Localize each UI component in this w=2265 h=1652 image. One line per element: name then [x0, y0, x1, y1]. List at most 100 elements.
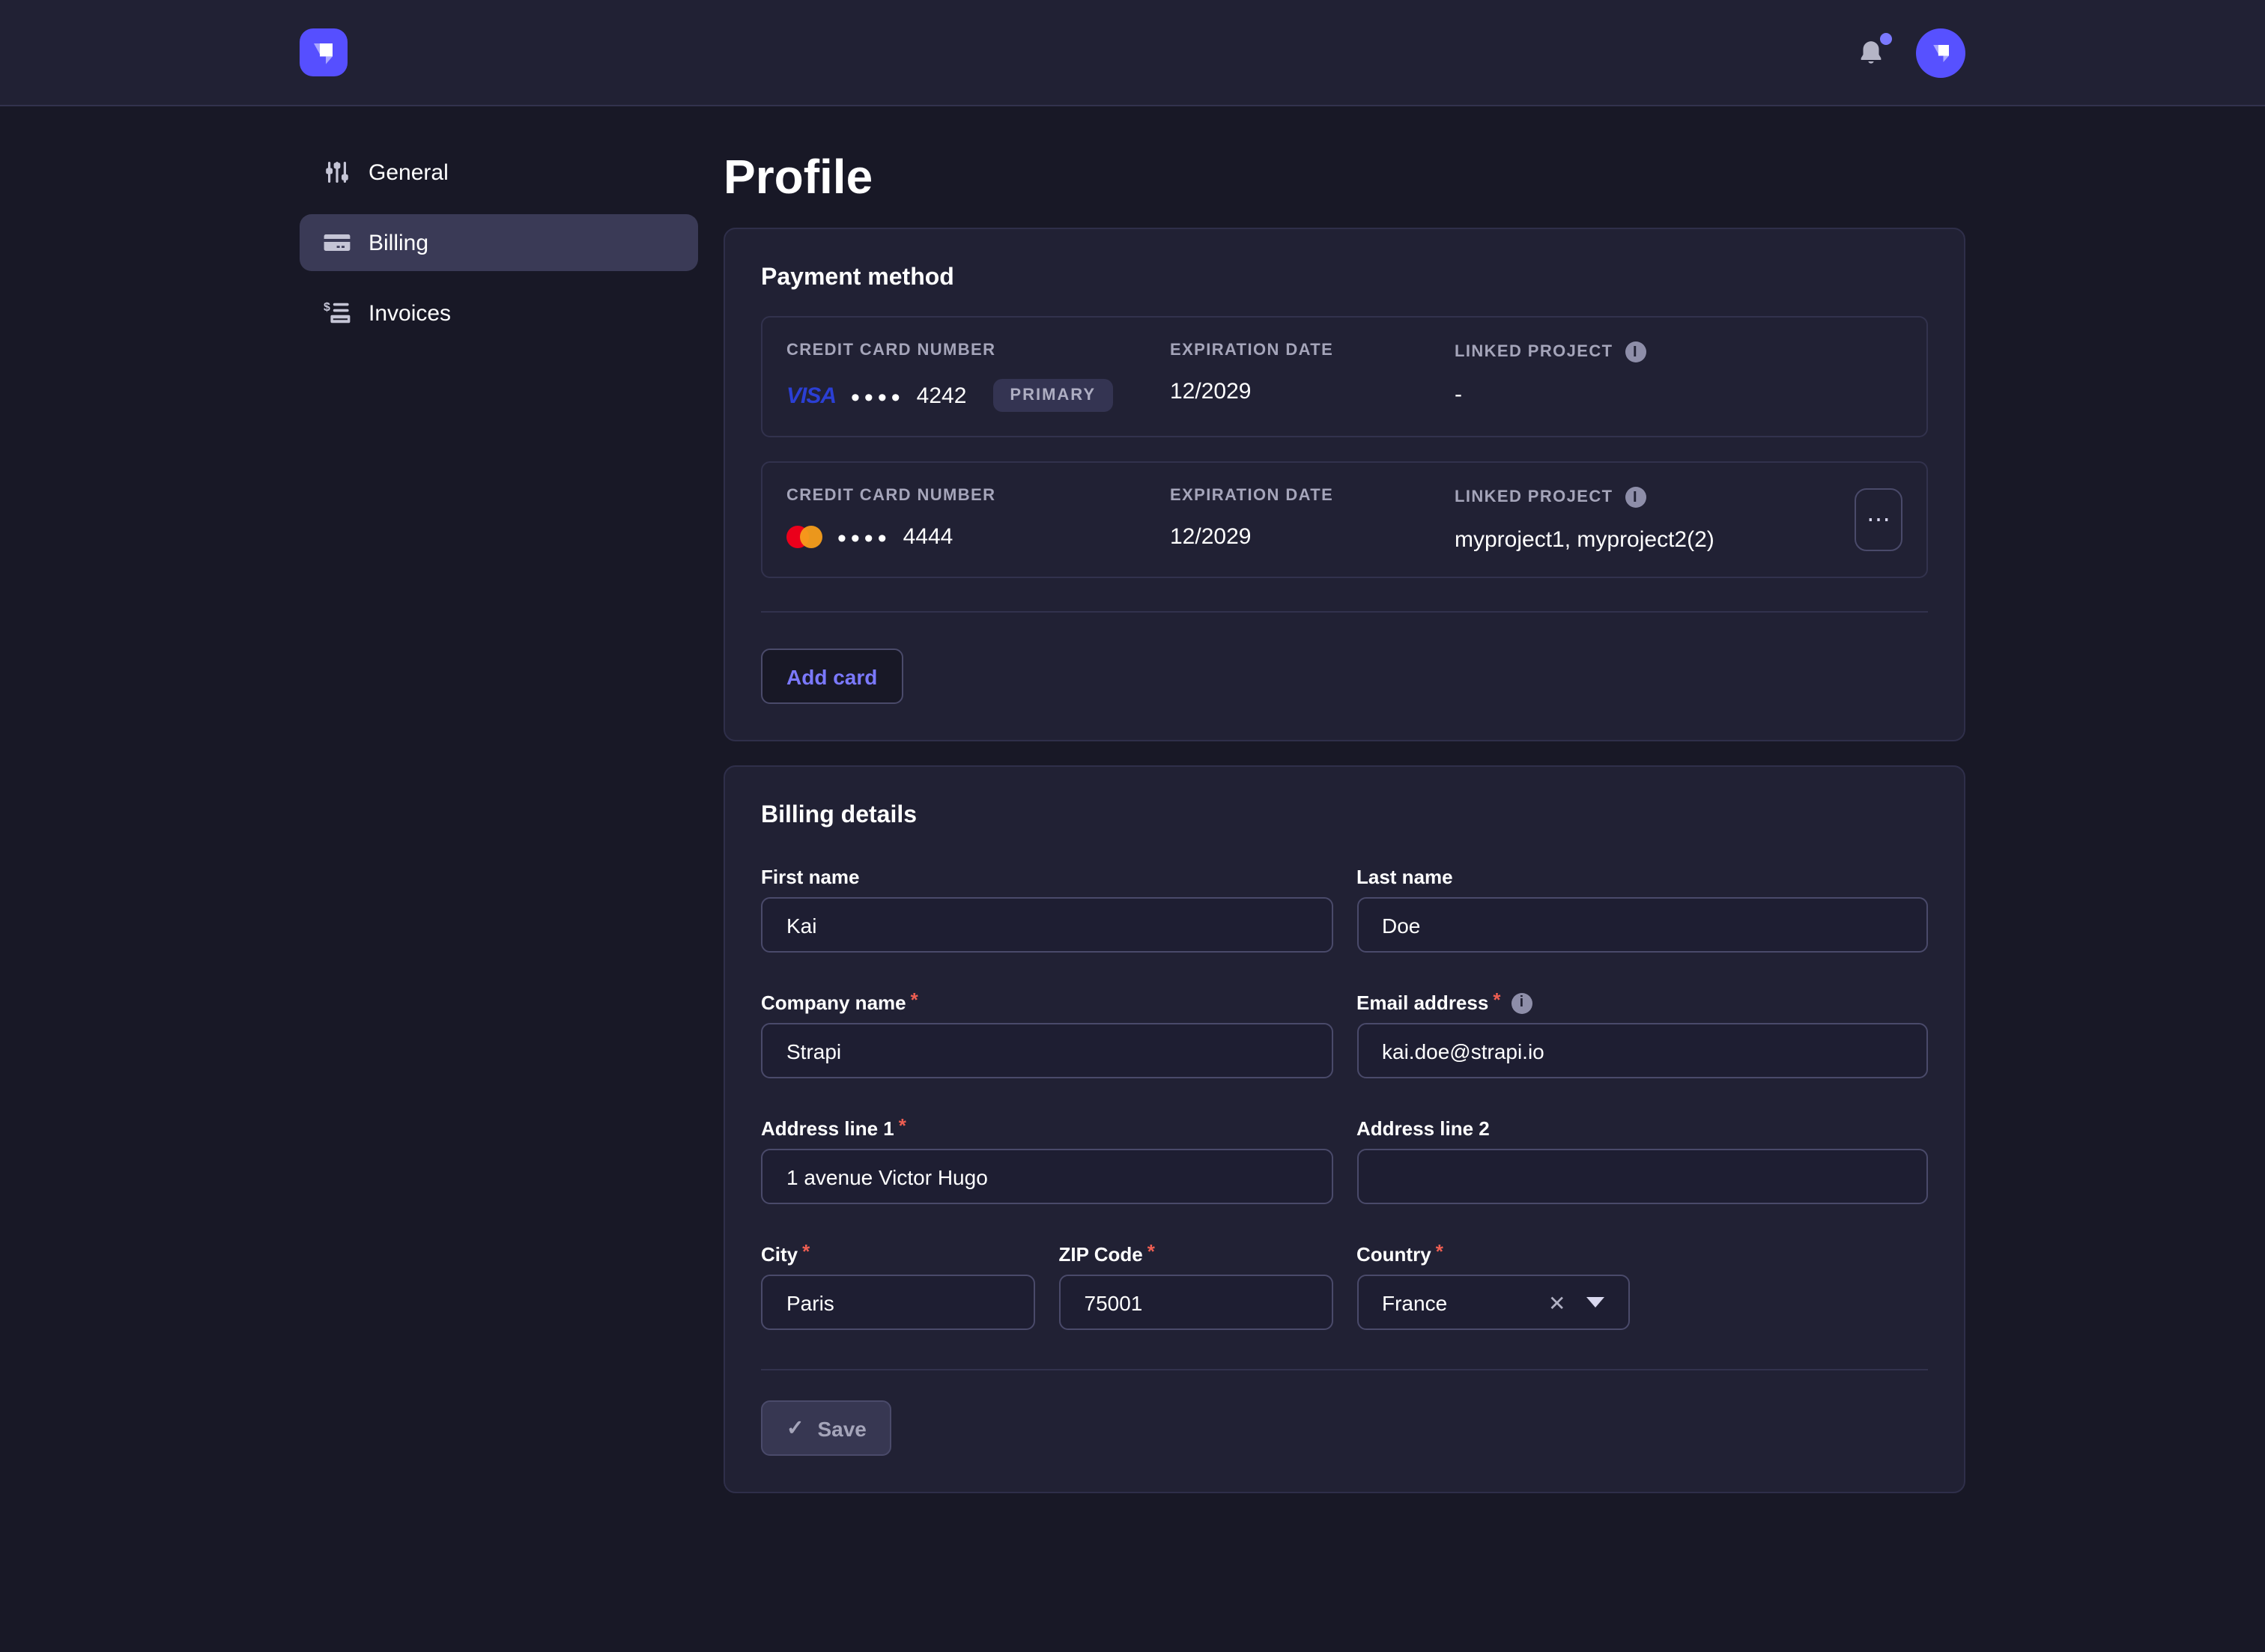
company-name-label: Company name: [761, 991, 906, 1014]
payment-method-title: Payment method: [761, 265, 1928, 292]
city-field: City*: [761, 1243, 1035, 1330]
sidebar-item-label: General: [369, 160, 449, 185]
check-icon: ✓: [786, 1415, 804, 1441]
notification-bell-icon[interactable]: [1853, 34, 1889, 70]
card-dots: ••••: [851, 384, 905, 410]
invoice-icon: $: [324, 300, 351, 327]
add-card-button[interactable]: Add card: [761, 649, 903, 704]
card-last4: 4242: [917, 383, 967, 408]
card-number-label: CREDIT CARD NUMBER: [786, 487, 1170, 505]
company-name-field: Company name*: [761, 991, 1332, 1078]
credit-card-row-visa: CREDIT CARD NUMBER VISA •••• 4242 PRIMAR…: [761, 316, 1928, 437]
linked-project-column: LINKED PROJECT i myproject1, myproject2(…: [1455, 487, 1855, 553]
billing-details-title: Billing details: [761, 803, 1928, 830]
required-asterisk: *: [911, 989, 918, 1011]
payment-divider: [761, 611, 1928, 613]
clear-icon[interactable]: ✕: [1548, 1292, 1565, 1313]
zip-code-input[interactable]: [1059, 1275, 1333, 1330]
primary-badge: PRIMARY: [993, 379, 1112, 412]
linked-project-label: LINKED PROJECT: [1455, 343, 1613, 361]
strapi-monogram-icon: [306, 34, 342, 70]
first-name-input[interactable]: [761, 897, 1332, 953]
svg-text:$: $: [324, 301, 330, 314]
credit-card-row-mastercard: CREDIT CARD NUMBER •••• 4444 EXPIRATION …: [761, 461, 1928, 578]
payment-method-card: Payment method CREDIT CARD NUMBER VISA •…: [724, 228, 1965, 741]
address-line1-field: Address line 1*: [761, 1117, 1332, 1204]
address-line1-input[interactable]: [761, 1149, 1332, 1204]
chevron-down-icon[interactable]: [1587, 1297, 1605, 1308]
linked-project-column: LINKED PROJECT i -: [1455, 341, 1902, 407]
info-icon[interactable]: i: [1625, 487, 1646, 508]
user-avatar[interactable]: [1916, 28, 1965, 77]
ellipsis-icon: ⋯: [1867, 505, 1890, 535]
city-input[interactable]: [761, 1275, 1035, 1330]
top-bar: [0, 0, 2265, 106]
linked-project-value: myproject1, myproject2(2): [1455, 527, 1855, 553]
required-asterisk: *: [1147, 1240, 1155, 1263]
last-name-field: Last name: [1356, 866, 1928, 953]
sidebar-item-invoices[interactable]: $ Invoices: [300, 285, 698, 341]
card-dots: ••••: [837, 526, 891, 551]
visa-logo-icon: VISA: [786, 383, 836, 408]
sidebar-item-label: Billing: [369, 230, 428, 255]
address-line2-label: Address line 2: [1356, 1117, 1490, 1140]
card-menu-button[interactable]: ⋯: [1855, 488, 1902, 551]
email-input[interactable]: [1356, 1023, 1928, 1078]
required-asterisk: *: [899, 1114, 906, 1137]
billing-details-card: Billing details First name Last name Com…: [724, 765, 1965, 1493]
card-number-column: CREDIT CARD NUMBER VISA •••• 4242 PRIMAR…: [786, 341, 1170, 412]
app: General Billing $: [0, 0, 2265, 1652]
main-panel: Profile Payment method CREDIT CARD NUMBE…: [724, 144, 1965, 1493]
page-title: Profile: [724, 144, 1965, 210]
settings-sidebar: General Billing $: [300, 144, 698, 341]
expiration-value: 12/2029: [1170, 379, 1455, 404]
country-label: Country: [1356, 1243, 1431, 1266]
required-asterisk: *: [1436, 1240, 1443, 1263]
sidebar-item-label: Invoices: [369, 300, 451, 326]
email-label: Email address: [1356, 991, 1488, 1014]
zip-code-field: ZIP Code*: [1059, 1243, 1333, 1330]
country-field: Country* France ✕: [1356, 1243, 1631, 1330]
company-name-input[interactable]: [761, 1023, 1332, 1078]
top-bar-right: [1853, 28, 1965, 77]
expiration-label: EXPIRATION DATE: [1170, 341, 1455, 359]
strapi-logo-icon[interactable]: [300, 28, 348, 76]
linked-project-value: -: [1455, 382, 1902, 407]
linked-project-label: LINKED PROJECT: [1455, 488, 1613, 506]
address-line2-input[interactable]: [1356, 1149, 1928, 1204]
expiration-column: EXPIRATION DATE 12/2029: [1170, 341, 1455, 404]
card-number-column: CREDIT CARD NUMBER •••• 4444: [786, 487, 1170, 550]
first-name-label: First name: [761, 866, 860, 888]
expiration-value: 12/2029: [1170, 524, 1455, 550]
mastercard-logo-icon: [786, 526, 822, 548]
email-field: Email address* i: [1356, 991, 1928, 1078]
credit-card-icon: [324, 229, 351, 256]
address-line2-field: Address line 2: [1356, 1117, 1928, 1204]
strapi-avatar-monogram-icon: [1926, 37, 1956, 67]
country-value: France: [1382, 1290, 1527, 1314]
expiration-column: EXPIRATION DATE 12/2029: [1170, 487, 1455, 550]
add-card-label: Add card: [786, 664, 877, 688]
notification-dot: [1880, 33, 1892, 45]
info-icon[interactable]: i: [1511, 992, 1532, 1013]
card-number-label: CREDIT CARD NUMBER: [786, 341, 1170, 359]
country-select[interactable]: France ✕: [1356, 1275, 1631, 1330]
sidebar-item-billing[interactable]: Billing: [300, 214, 698, 271]
sliders-icon: [324, 159, 351, 186]
first-name-field: First name: [761, 866, 1332, 953]
expiration-label: EXPIRATION DATE: [1170, 487, 1455, 505]
save-button[interactable]: ✓ Save: [761, 1400, 892, 1456]
save-label: Save: [817, 1416, 866, 1440]
card-last4: 4444: [903, 524, 953, 550]
city-label: City: [761, 1243, 798, 1266]
address-line1-label: Address line 1: [761, 1117, 894, 1140]
last-name-input[interactable]: [1356, 897, 1928, 953]
required-asterisk: *: [802, 1240, 810, 1263]
billing-divider: [761, 1369, 1928, 1370]
sidebar-item-general[interactable]: General: [300, 144, 698, 201]
required-asterisk: *: [1493, 989, 1500, 1011]
last-name-label: Last name: [1356, 866, 1453, 888]
billing-form: First name Last name Company name* Email…: [761, 866, 1928, 1330]
zip-code-label: ZIP Code: [1059, 1243, 1143, 1266]
info-icon[interactable]: i: [1625, 341, 1646, 362]
